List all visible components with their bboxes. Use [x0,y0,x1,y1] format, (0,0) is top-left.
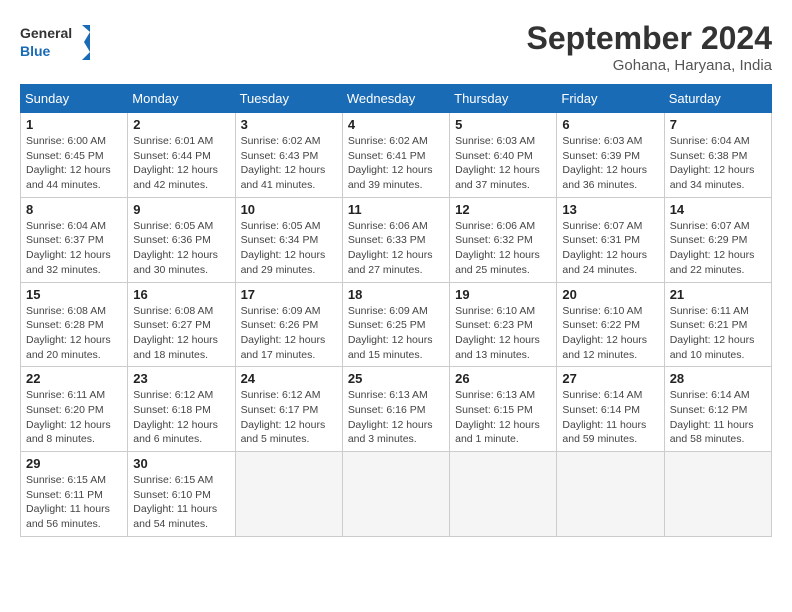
table-row: 28Sunrise: 6:14 AMSunset: 6:12 PMDayligh… [664,367,771,452]
calendar-week-1: 1Sunrise: 6:00 AMSunset: 6:45 PMDaylight… [21,113,772,198]
table-row: 20Sunrise: 6:10 AMSunset: 6:22 PMDayligh… [557,282,664,367]
table-row: 26Sunrise: 6:13 AMSunset: 6:15 PMDayligh… [450,367,557,452]
svg-text:General: General [20,25,72,41]
header-thursday: Thursday [450,85,557,113]
location: Gohana, Haryana, India [527,57,772,74]
header-sunday: Sunday [21,85,128,113]
table-row: 22Sunrise: 6:11 AMSunset: 6:20 PMDayligh… [21,367,128,452]
svg-text:Blue: Blue [20,43,51,59]
header-saturday: Saturday [664,85,771,113]
table-row: 9Sunrise: 6:05 AMSunset: 6:36 PMDaylight… [128,197,235,282]
calendar-week-4: 22Sunrise: 6:11 AMSunset: 6:20 PMDayligh… [21,367,772,452]
calendar-week-2: 8Sunrise: 6:04 AMSunset: 6:37 PMDaylight… [21,197,772,282]
table-row: 16Sunrise: 6:08 AMSunset: 6:27 PMDayligh… [128,282,235,367]
calendar-table: Sunday Monday Tuesday Wednesday Thursday… [20,84,772,537]
page-header: General Blue September 2024 Gohana, Hary… [20,20,772,74]
table-row: 8Sunrise: 6:04 AMSunset: 6:37 PMDaylight… [21,197,128,282]
table-row: 2Sunrise: 6:01 AMSunset: 6:44 PMDaylight… [128,113,235,198]
table-row: 4Sunrise: 6:02 AMSunset: 6:41 PMDaylight… [342,113,449,198]
calendar-week-3: 15Sunrise: 6:08 AMSunset: 6:28 PMDayligh… [21,282,772,367]
table-row: 10Sunrise: 6:05 AMSunset: 6:34 PMDayligh… [235,197,342,282]
table-row: 11Sunrise: 6:06 AMSunset: 6:33 PMDayligh… [342,197,449,282]
header-wednesday: Wednesday [342,85,449,113]
table-row: 17Sunrise: 6:09 AMSunset: 6:26 PMDayligh… [235,282,342,367]
calendar-header-row: Sunday Monday Tuesday Wednesday Thursday… [21,85,772,113]
table-row [450,452,557,537]
table-row: 30Sunrise: 6:15 AMSunset: 6:10 PMDayligh… [128,452,235,537]
table-row [342,452,449,537]
table-row: 14Sunrise: 6:07 AMSunset: 6:29 PMDayligh… [664,197,771,282]
header-tuesday: Tuesday [235,85,342,113]
header-monday: Monday [128,85,235,113]
title-block: September 2024 Gohana, Haryana, India [527,20,772,74]
table-row [664,452,771,537]
table-row [235,452,342,537]
table-row: 15Sunrise: 6:08 AMSunset: 6:28 PMDayligh… [21,282,128,367]
table-row: 29Sunrise: 6:15 AMSunset: 6:11 PMDayligh… [21,452,128,537]
table-row: 5Sunrise: 6:03 AMSunset: 6:40 PMDaylight… [450,113,557,198]
table-row: 6Sunrise: 6:03 AMSunset: 6:39 PMDaylight… [557,113,664,198]
table-row: 13Sunrise: 6:07 AMSunset: 6:31 PMDayligh… [557,197,664,282]
table-row: 18Sunrise: 6:09 AMSunset: 6:25 PMDayligh… [342,282,449,367]
calendar-week-5: 29Sunrise: 6:15 AMSunset: 6:11 PMDayligh… [21,452,772,537]
table-row [557,452,664,537]
table-row: 1Sunrise: 6:00 AMSunset: 6:45 PMDaylight… [21,113,128,198]
table-row: 27Sunrise: 6:14 AMSunset: 6:14 PMDayligh… [557,367,664,452]
table-row: 21Sunrise: 6:11 AMSunset: 6:21 PMDayligh… [664,282,771,367]
logo-icon: General Blue [20,20,90,65]
header-friday: Friday [557,85,664,113]
table-row: 25Sunrise: 6:13 AMSunset: 6:16 PMDayligh… [342,367,449,452]
table-row: 12Sunrise: 6:06 AMSunset: 6:32 PMDayligh… [450,197,557,282]
month-title: September 2024 [527,20,772,57]
table-row: 23Sunrise: 6:12 AMSunset: 6:18 PMDayligh… [128,367,235,452]
table-row: 3Sunrise: 6:02 AMSunset: 6:43 PMDaylight… [235,113,342,198]
table-row: 24Sunrise: 6:12 AMSunset: 6:17 PMDayligh… [235,367,342,452]
table-row: 7Sunrise: 6:04 AMSunset: 6:38 PMDaylight… [664,113,771,198]
logo: General Blue [20,20,90,65]
table-row: 19Sunrise: 6:10 AMSunset: 6:23 PMDayligh… [450,282,557,367]
